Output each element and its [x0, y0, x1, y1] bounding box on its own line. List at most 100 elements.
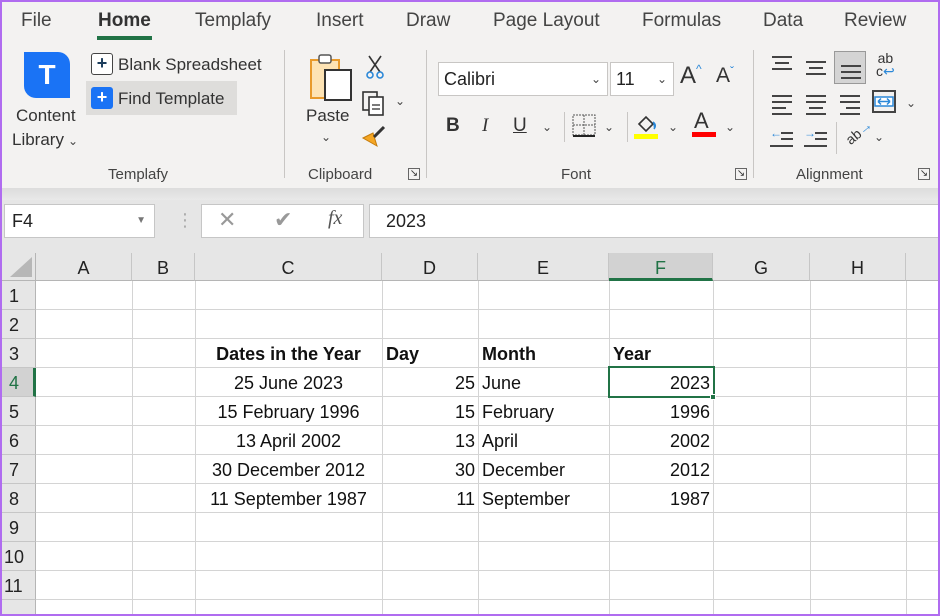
fill-color-icon[interactable]: [634, 112, 662, 140]
tab-templafy[interactable]: Templafy: [195, 10, 271, 32]
tab-data[interactable]: Data: [763, 10, 803, 32]
borders-dropdown-chevron[interactable]: ⌄: [604, 120, 614, 134]
cell-c4[interactable]: 25 June 2023: [195, 368, 382, 397]
row-header-11[interactable]: 11: [0, 571, 36, 600]
wrap-text-icon[interactable]: ab c↩: [876, 51, 895, 78]
cell-e8[interactable]: September: [478, 484, 609, 513]
cell-d8[interactable]: 11: [382, 484, 478, 513]
column-header-a[interactable]: A: [36, 253, 132, 281]
cell-e3[interactable]: Month: [478, 339, 609, 368]
row-header-3[interactable]: 3: [0, 339, 36, 368]
top-align-button[interactable]: [770, 54, 794, 78]
cell-d7[interactable]: 30: [382, 455, 478, 484]
merge-dropdown-chevron[interactable]: ⌄: [906, 96, 916, 110]
row-header-4[interactable]: 4: [0, 368, 36, 397]
font-color-icon[interactable]: A: [694, 108, 709, 134]
italic-button[interactable]: I: [482, 115, 488, 137]
borders-icon[interactable]: [572, 114, 596, 138]
cell-c5[interactable]: 15 February 1996: [195, 397, 382, 426]
cancel-icon[interactable]: ✕: [218, 207, 236, 233]
insert-function-icon[interactable]: fx: [328, 207, 342, 230]
orientation-icon[interactable]: ab→: [842, 116, 875, 147]
cell-f4[interactable]: 2023: [609, 368, 713, 397]
align-right-button[interactable]: [838, 92, 862, 116]
bold-button[interactable]: B: [446, 115, 460, 137]
copy-dropdown-chevron[interactable]: ⌄: [395, 94, 405, 108]
cell-d6[interactable]: 13: [382, 426, 478, 455]
cell-e6[interactable]: April: [478, 426, 609, 455]
row-header-6[interactable]: 6: [0, 426, 36, 455]
content-library-label-2: Library: [12, 130, 64, 149]
underline-button[interactable]: U: [513, 115, 527, 137]
tab-home[interactable]: Home: [97, 10, 152, 40]
column-header-f[interactable]: F: [609, 253, 713, 281]
font-color-dropdown-chevron[interactable]: ⌄: [725, 120, 735, 134]
font-launcher-icon[interactable]: ↘: [735, 168, 747, 180]
cell-f7[interactable]: 2012: [609, 455, 713, 484]
align-left-button[interactable]: [770, 92, 794, 116]
gridline: [132, 281, 133, 616]
cell-d5[interactable]: 15: [382, 397, 478, 426]
row-header-12-partial[interactable]: [0, 600, 36, 616]
fill-handle[interactable]: [710, 394, 716, 400]
increase-indent-button[interactable]: →: [804, 126, 828, 150]
cell-f6[interactable]: 2002: [609, 426, 713, 455]
format-painter-icon[interactable]: [360, 124, 388, 150]
column-header-d[interactable]: D: [382, 253, 478, 281]
column-header-b[interactable]: B: [132, 253, 195, 281]
find-template-label: Find Template: [118, 89, 225, 108]
row-header-1[interactable]: 1: [0, 281, 36, 310]
copy-icon[interactable]: [361, 90, 387, 116]
tab-draw[interactable]: Draw: [406, 10, 450, 32]
orientation-dropdown-chevron[interactable]: ⌄: [874, 130, 884, 144]
cell-e7[interactable]: December: [478, 455, 609, 484]
column-header-partial[interactable]: [906, 253, 940, 281]
bottom-align-button[interactable]: [834, 51, 866, 84]
cell-c8[interactable]: 11 September 1987: [195, 484, 382, 513]
row-header-9[interactable]: 9: [0, 513, 36, 542]
cell-c7[interactable]: 30 December 2012: [195, 455, 382, 484]
column-header-g[interactable]: G: [713, 253, 810, 281]
alignment-launcher-icon[interactable]: ↘: [918, 168, 930, 180]
increase-font-size-icon[interactable]: A^: [680, 62, 702, 90]
font-size-dropdown[interactable]: 11 ⌄: [610, 62, 674, 96]
tab-review[interactable]: Review: [844, 10, 906, 32]
cell-c3[interactable]: Dates in the Year: [195, 339, 382, 368]
cell-f3[interactable]: Year: [609, 339, 713, 368]
formula-input[interactable]: 2023: [369, 204, 940, 238]
font-name-dropdown[interactable]: Calibri ⌄: [438, 62, 608, 96]
name-box[interactable]: F4 ▼: [4, 204, 155, 238]
cell-f5[interactable]: 1996: [609, 397, 713, 426]
cell-c6[interactable]: 13 April 2002: [195, 426, 382, 455]
group-separator: [284, 50, 285, 178]
row-header-10[interactable]: 10: [0, 542, 36, 571]
cell-d3[interactable]: Day: [382, 339, 478, 368]
cell-e4[interactable]: June: [478, 368, 609, 397]
column-header-e[interactable]: E: [478, 253, 609, 281]
row-header-7[interactable]: 7: [0, 455, 36, 484]
row-header-8[interactable]: 8: [0, 484, 36, 513]
tab-formulas[interactable]: Formulas: [642, 10, 721, 32]
merge-center-icon[interactable]: [872, 90, 898, 114]
column-header-c[interactable]: C: [195, 253, 382, 281]
cell-e5[interactable]: February: [478, 397, 609, 426]
column-header-h[interactable]: H: [810, 253, 906, 281]
decrease-font-size-icon[interactable]: Aˇ: [716, 64, 734, 88]
tab-insert[interactable]: Insert: [316, 10, 364, 32]
tab-file[interactable]: File: [21, 10, 52, 32]
row-header-2[interactable]: 2: [0, 310, 36, 339]
fill-color-dropdown-chevron[interactable]: ⌄: [668, 120, 678, 134]
cell-f8[interactable]: 1987: [609, 484, 713, 513]
underline-dropdown-chevron[interactable]: ⌄: [542, 120, 552, 134]
cell-d4[interactable]: 25: [382, 368, 478, 397]
middle-align-button[interactable]: [804, 54, 828, 78]
align-center-button[interactable]: [804, 92, 828, 116]
select-all-button[interactable]: [0, 253, 36, 281]
cut-icon[interactable]: [364, 54, 386, 80]
clipboard-launcher-icon[interactable]: ↘: [408, 168, 420, 180]
decrease-indent-button[interactable]: ←: [770, 126, 794, 150]
tab-page-layout[interactable]: Page Layout: [493, 10, 600, 32]
row-header-5[interactable]: 5: [0, 397, 36, 426]
drag-handle-icon[interactable]: ⋮: [176, 210, 194, 231]
enter-check-icon[interactable]: ✔: [274, 207, 292, 233]
